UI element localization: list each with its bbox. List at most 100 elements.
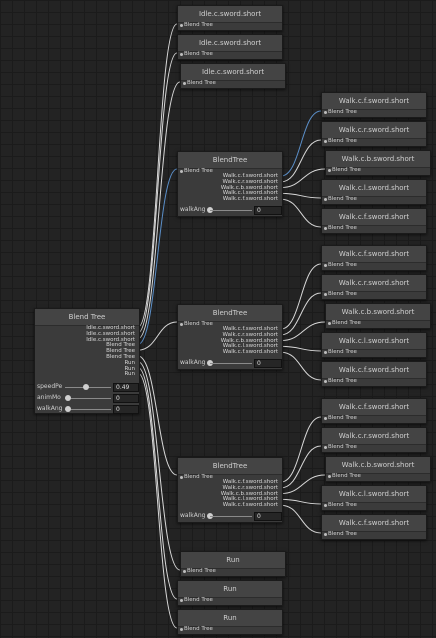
walk-node-g1-4[interactable]: Walk.c.l.sword.short Blend Tree	[321, 179, 427, 205]
input-port-dot[interactable]	[324, 533, 327, 536]
bt2-param-label: walkAng	[180, 359, 206, 366]
blendtree-node-1[interactable]: BlendTree Blend Tree Walk.c.f.sword.shor…	[177, 151, 283, 217]
run-node-1-input: Blend Tree	[187, 568, 216, 574]
root-output-9[interactable]: Run	[86, 372, 135, 378]
wire-bt2-2	[280, 292, 322, 336]
walk-node-title: Walk.c.r.sword.short	[322, 275, 426, 292]
walk-node-input: Blend Tree	[328, 378, 357, 384]
walk-node-g2-3[interactable]: Walk.c.b.sword.short Blend Tree	[325, 303, 431, 329]
bt1-param-value[interactable]: 0	[254, 206, 282, 215]
blendtree-node-3-input: Blend Tree	[184, 474, 213, 480]
blendtree-node-2[interactable]: BlendTree Blend Tree Walk.c.f.sword.shor…	[177, 304, 283, 370]
param-animmode-value[interactable]: 0	[113, 394, 139, 403]
walk-node-g2-4[interactable]: Walk.c.l.sword.short Blend Tree	[321, 332, 427, 358]
input-port-dot[interactable]	[324, 446, 327, 449]
input-port-dot[interactable]	[324, 351, 327, 354]
wire-root-4	[137, 168, 178, 345]
input-port-dot[interactable]	[328, 475, 331, 478]
input-port-dot[interactable]	[324, 140, 327, 143]
run-node-3-title: Run	[178, 610, 282, 627]
wire-root-7	[137, 361, 181, 571]
input-port-dot[interactable]	[183, 570, 186, 573]
input-port-dot[interactable]	[324, 380, 327, 383]
walk-node-input: Blend Tree	[328, 262, 357, 268]
param-speed-knob[interactable]	[83, 384, 89, 390]
wire-bt3-4	[280, 498, 322, 505]
bt1-param-slider[interactable]	[210, 210, 252, 211]
walk-node-g1-1[interactable]: Walk.c.f.sword.short Blend Tree	[321, 92, 427, 118]
bt1-output-5[interactable]: Walk.c.f.sword.short	[221, 196, 278, 203]
walk-node-g3-1[interactable]: Walk.c.f.sword.short Blend Tree	[321, 398, 427, 424]
walk-node-title: Walk.c.f.sword.short	[322, 399, 426, 416]
input-port-dot[interactable]	[328, 169, 331, 172]
wire-bt3-1	[280, 416, 322, 483]
idle-node-2[interactable]: Idle.c.sword.short Blend Tree	[177, 34, 283, 60]
param-animmode-knob[interactable]	[65, 395, 71, 401]
walk-node-g3-4[interactable]: Walk.c.l.sword.short Blend Tree	[321, 485, 427, 511]
run-node-2[interactable]: Run Blend Tree	[177, 580, 283, 606]
walk-node-g3-3[interactable]: Walk.c.b.sword.short Blend Tree	[325, 456, 431, 482]
bt2-param-value[interactable]: 0	[254, 359, 282, 368]
bt3-param-slider[interactable]	[210, 516, 252, 517]
param-walkangle-value[interactable]: 0	[113, 405, 139, 414]
param-walkangle-knob[interactable]	[65, 406, 71, 412]
input-port-dot[interactable]	[324, 227, 327, 230]
root-output-ports: Idle.c.sword.short Idle.c.sword.short Id…	[86, 325, 135, 378]
input-port-dot[interactable]	[324, 504, 327, 507]
idle-node-1[interactable]: Idle.c.sword.short Blend Tree	[177, 5, 283, 31]
param-walkangle-slider[interactable]	[65, 409, 111, 410]
wire-root-9	[137, 372, 178, 629]
input-port-dot[interactable]	[183, 82, 186, 85]
param-speed-value[interactable]: 0.49	[113, 383, 139, 392]
input-port-dot[interactable]	[324, 264, 327, 267]
idle-node-2-input: Blend Tree	[184, 51, 213, 57]
input-port-dot[interactable]	[328, 322, 331, 325]
walk-node-input: Blend Tree	[328, 109, 357, 115]
walk-node-g3-2[interactable]: Walk.c.r.sword.short Blend Tree	[321, 427, 427, 453]
wire-root-5	[137, 321, 178, 351]
input-port-dot[interactable]	[180, 170, 183, 173]
wire-bt1-2	[280, 139, 322, 183]
wire-bt1-1	[280, 110, 322, 177]
wire-root-1	[137, 23, 178, 328]
bt3-param-value[interactable]: 0	[254, 512, 282, 521]
walk-node-title: Walk.c.r.sword.short	[322, 428, 426, 445]
input-port-dot[interactable]	[324, 111, 327, 114]
param-animmode-slider[interactable]	[65, 398, 111, 399]
bt2-output-5[interactable]: Walk.c.f.sword.short	[221, 349, 278, 356]
run-node-1[interactable]: Run Blend Tree	[180, 551, 286, 577]
idle-node-1-input: Blend Tree	[184, 22, 213, 28]
input-port-dot[interactable]	[324, 417, 327, 420]
idle-node-3-title: Idle.c.sword.short	[181, 64, 285, 81]
walk-node-g1-5[interactable]: Walk.c.f.sword.short Blend Tree	[321, 208, 427, 234]
root-node-title: Blend Tree	[35, 309, 139, 326]
walk-node-g3-5[interactable]: Walk.c.f.sword.short Blend Tree	[321, 514, 427, 540]
bt3-output-5[interactable]: Walk.c.f.sword.short	[221, 502, 278, 509]
input-port-dot[interactable]	[180, 323, 183, 326]
input-port-dot[interactable]	[180, 476, 183, 479]
input-port-dot[interactable]	[180, 53, 183, 56]
input-port-dot[interactable]	[180, 628, 183, 631]
input-port-dot[interactable]	[180, 24, 183, 27]
walk-node-input: Blend Tree	[328, 415, 357, 421]
walk-node-title: Walk.c.l.sword.short	[322, 333, 426, 350]
input-port-dot[interactable]	[324, 198, 327, 201]
walk-node-g2-5[interactable]: Walk.c.f.sword.short Blend Tree	[321, 361, 427, 387]
wire-root-3	[137, 81, 181, 340]
root-blend-tree-node[interactable]: Blend Tree Idle.c.sword.short Idle.c.swo…	[34, 308, 140, 414]
idle-node-3[interactable]: Idle.c.sword.short Blend Tree	[180, 63, 286, 89]
blendtree-node-1-outputs: Walk.c.f.sword.short Walk.c.r.sword.shor…	[221, 173, 278, 203]
input-port-dot[interactable]	[180, 599, 183, 602]
run-node-3[interactable]: Run Blend Tree	[177, 609, 283, 635]
walk-node-g2-2[interactable]: Walk.c.r.sword.short Blend Tree	[321, 274, 427, 300]
wire-bt3-2	[280, 445, 322, 489]
walk-node-title: Walk.c.b.sword.short	[326, 304, 430, 321]
walk-node-g1-2[interactable]: Walk.c.r.sword.short Blend Tree	[321, 121, 427, 147]
wire-bt2-1	[280, 263, 322, 330]
idle-node-1-title: Idle.c.sword.short	[178, 6, 282, 23]
bt2-param-slider[interactable]	[210, 363, 252, 364]
blendtree-node-3[interactable]: BlendTree Blend Tree Walk.c.f.sword.shor…	[177, 457, 283, 523]
walk-node-g2-1[interactable]: Walk.c.f.sword.short Blend Tree	[321, 245, 427, 271]
input-port-dot[interactable]	[324, 293, 327, 296]
walk-node-g1-3[interactable]: Walk.c.b.sword.short Blend Tree	[325, 150, 431, 176]
